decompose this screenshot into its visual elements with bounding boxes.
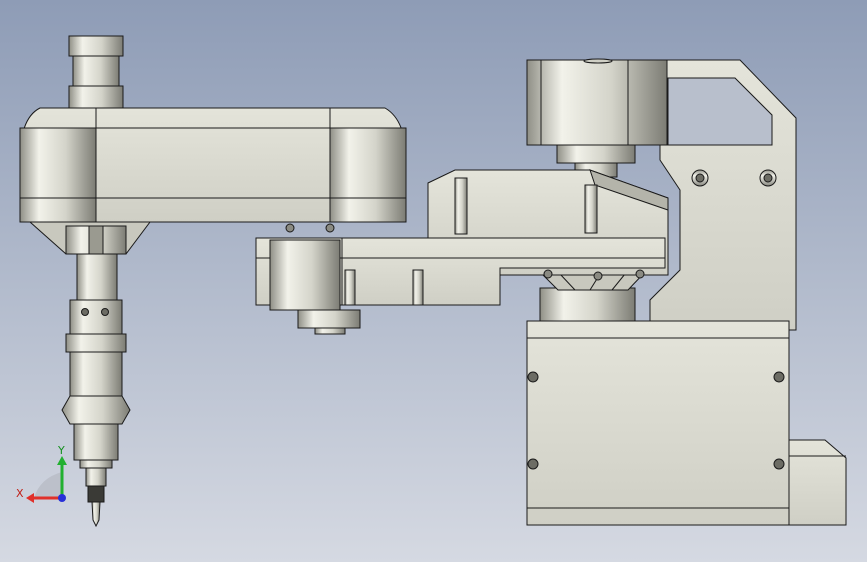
outer-arm-link[interactable] (19, 107, 407, 223)
y-axis-label: Y (57, 444, 65, 457)
cad-viewport[interactable]: X Y (0, 0, 867, 562)
z-axis-dot (58, 494, 66, 502)
x-axis-label: X (16, 487, 24, 500)
